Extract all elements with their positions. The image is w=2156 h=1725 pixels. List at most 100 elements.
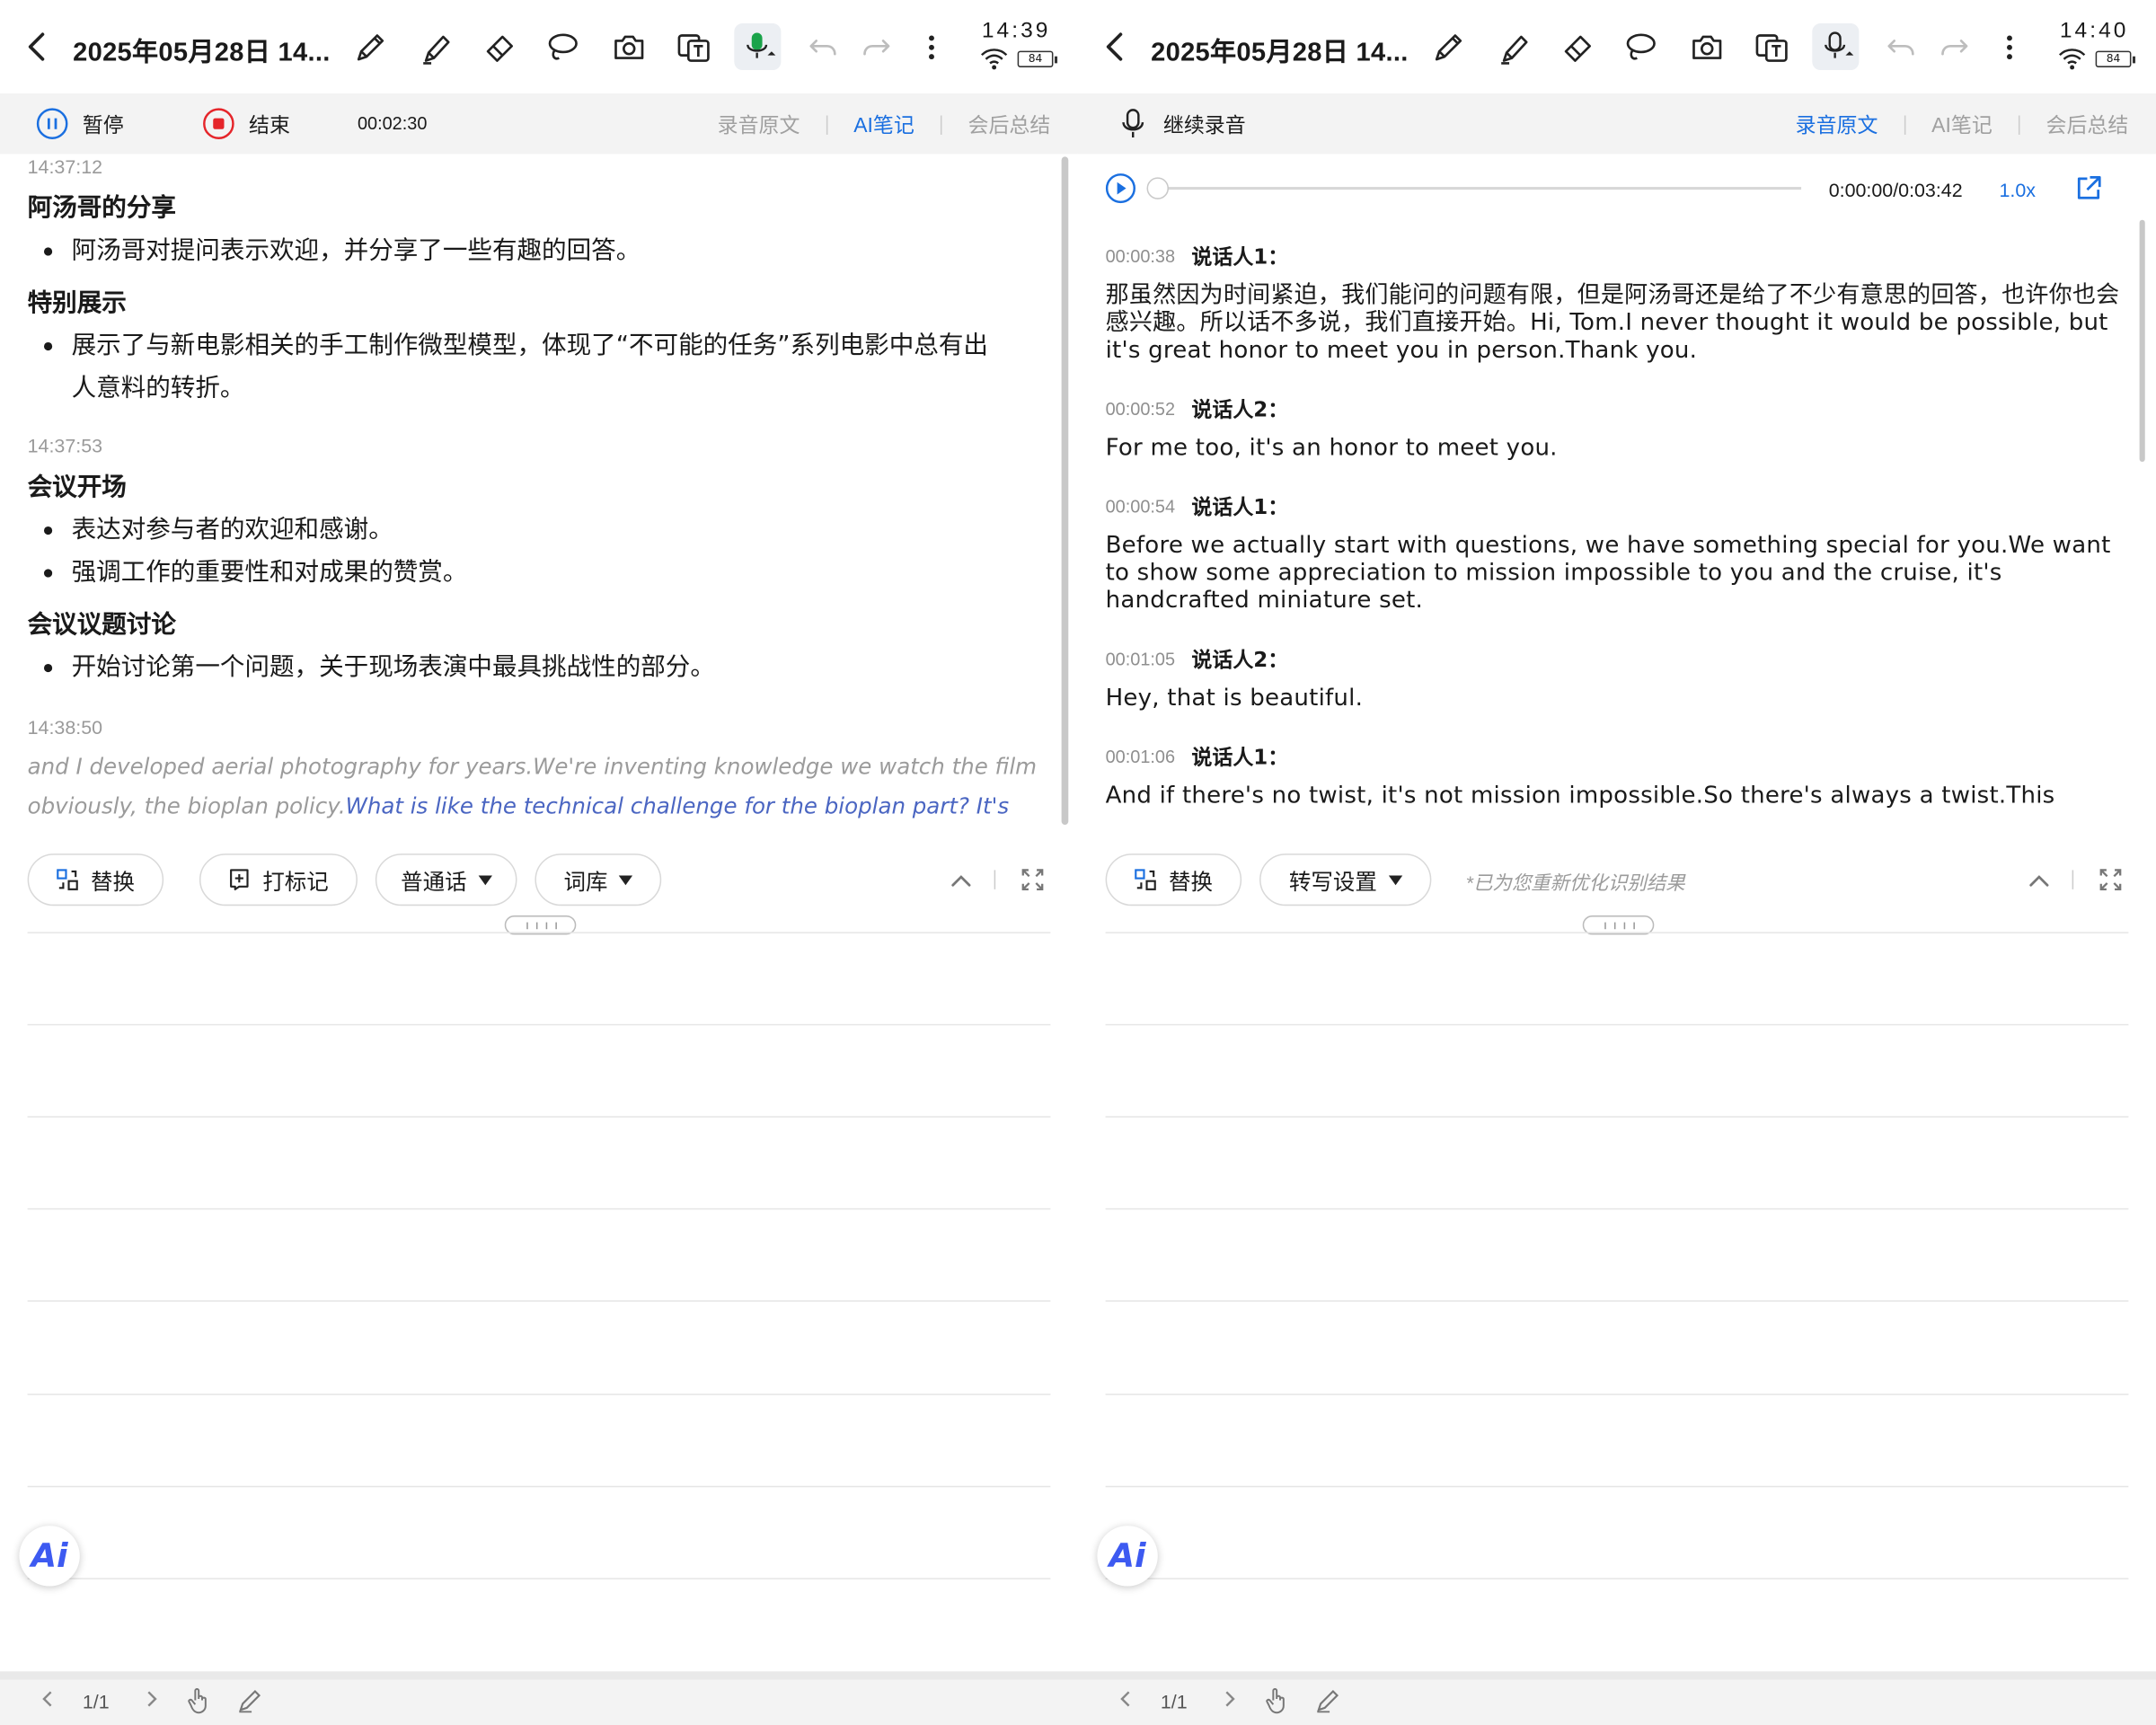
note-heading: 会议开场 xyxy=(27,473,127,502)
pen-mode-icon[interactable] xyxy=(1316,1688,1341,1713)
segment-text: For me too, it's an honor to meet you. xyxy=(1105,434,1558,463)
scrollbar[interactable] xyxy=(1061,156,1069,825)
redo-button[interactable] xyxy=(853,23,899,70)
transcript-segment[interactable]: 00:00:52 说话人2： For me too, it's an honor … xyxy=(1106,394,2129,462)
lexicon-label: 词库 xyxy=(563,871,608,895)
pause-label: 暂停 xyxy=(82,113,124,137)
hand-touch-icon[interactable] xyxy=(1265,1686,1290,1714)
redo-icon xyxy=(862,39,889,55)
optimization-hint: *已为您重新优化识别结果 xyxy=(1465,871,1685,894)
highlighter-tool-button[interactable] xyxy=(1490,23,1537,70)
transcript-segment[interactable]: 00:01:06 说话人1： And if there's no twist, i… xyxy=(1106,742,2129,809)
lasso-tool-button[interactable] xyxy=(1617,23,1664,70)
status-clock: 14:39 xyxy=(981,19,1051,43)
fullscreen-icon[interactable] xyxy=(1021,867,1046,892)
speaker-label: 说话人2： xyxy=(1191,397,1289,422)
continue-recording-button[interactable]: 继续录音 xyxy=(1117,107,1246,140)
notes-toolbar: 替换 打标记 普通话 词库 xyxy=(0,844,1078,918)
speaker-label: 说话人1： xyxy=(1191,745,1289,770)
playback-slider-knob[interactable] xyxy=(1146,177,1170,199)
replace-button[interactable]: 替换 xyxy=(27,854,164,907)
next-page-icon[interactable] xyxy=(142,1689,161,1708)
tab-ai-notes[interactable]: AI笔记 xyxy=(1931,110,1993,138)
prev-page-icon[interactable] xyxy=(39,1689,57,1708)
ai-assistant-button[interactable]: Ai xyxy=(19,1526,80,1587)
page-indicator: 1/1 xyxy=(82,1690,110,1713)
pause-button[interactable]: 暂停 xyxy=(36,107,124,140)
more-menu-button[interactable] xyxy=(1985,23,2032,70)
battery-indicator: 84 xyxy=(2095,50,2136,67)
add-mark-label: 打标记 xyxy=(262,871,329,895)
tab-ai-notes[interactable]: AI笔记 xyxy=(853,110,915,138)
text-recognition-button[interactable] xyxy=(1747,23,1794,70)
tab-summary[interactable]: 会后总结 xyxy=(968,110,1051,138)
note-title[interactable]: 2025年05月28日 14... xyxy=(73,31,331,68)
prev-page-icon[interactable] xyxy=(1117,1689,1135,1708)
transcribe-settings-label: 转写设置 xyxy=(1288,871,1377,895)
highlighter-tool-button[interactable] xyxy=(412,23,459,70)
share-icon[interactable] xyxy=(2075,174,2103,202)
more-vertical-icon xyxy=(2006,34,2012,59)
mic-button[interactable] xyxy=(1812,23,1860,71)
next-page-icon[interactable] xyxy=(1220,1689,1239,1708)
more-vertical-icon xyxy=(928,34,934,59)
add-mark-icon xyxy=(230,869,249,890)
add-mark-button[interactable]: 打标记 xyxy=(199,854,358,907)
stop-button[interactable]: 结束 xyxy=(202,107,290,140)
play-icon[interactable] xyxy=(1105,173,1136,204)
collapse-up-icon[interactable] xyxy=(2027,869,2052,894)
handwriting-area[interactable] xyxy=(1105,932,2129,1674)
language-select[interactable]: 普通话 xyxy=(375,854,517,907)
transcript-segment[interactable]: 00:01:05 说话人2： Hey, that is beautiful. xyxy=(1106,645,2129,712)
tab-divider xyxy=(2018,114,2020,135)
lexicon-select[interactable]: 词库 xyxy=(535,854,662,907)
lasso-tool-button[interactable] xyxy=(539,23,586,70)
note-bullet: 强调工作的重要性和对成果的赞赏。 xyxy=(28,551,1051,593)
live-transcript-text: and I developed aerial photography for y… xyxy=(28,747,1051,833)
playback-speed-button[interactable]: 1.0x xyxy=(1999,179,2036,200)
eraser-tool-button[interactable] xyxy=(1554,23,1601,70)
fullscreen-icon[interactable] xyxy=(2099,867,2124,892)
transcript-segment[interactable]: 00:00:38 说话人1： 那虽然因为时间紧迫，我们能问的问题有限，但是阿汤哥还… xyxy=(1106,242,2129,364)
undo-button[interactable] xyxy=(799,23,845,70)
highlighter-icon xyxy=(1500,34,1527,65)
audio-player: 0:00:00/0:03:42 1.0x xyxy=(1105,171,2129,209)
lasso-icon xyxy=(1625,32,1656,59)
undo-button[interactable] xyxy=(1877,23,1923,70)
note-title[interactable]: 2025年05月28日 14... xyxy=(1151,31,1409,68)
camera-button[interactable] xyxy=(1683,23,1729,70)
tab-transcript[interactable]: 录音原文 xyxy=(718,110,800,138)
text-recognition-button[interactable] xyxy=(669,23,716,70)
more-menu-button[interactable] xyxy=(907,23,954,70)
page-indicator: 1/1 xyxy=(1160,1690,1188,1713)
playback-track[interactable] xyxy=(1165,187,1802,190)
hand-touch-icon[interactable] xyxy=(187,1686,212,1714)
speaker-label: 说话人2： xyxy=(1191,647,1289,673)
transcribe-settings-select[interactable]: 转写设置 xyxy=(1259,854,1432,907)
redo-button[interactable] xyxy=(1931,23,1977,70)
battery-indicator: 84 xyxy=(1017,50,1058,67)
back-button[interactable] xyxy=(1097,28,1133,66)
tab-transcript[interactable]: 录音原文 xyxy=(1796,110,1878,138)
pen-tool-button[interactable] xyxy=(347,23,393,70)
eraser-tool-button[interactable] xyxy=(476,23,523,70)
recording-mic-button[interactable] xyxy=(734,23,782,71)
back-button[interactable] xyxy=(19,28,55,66)
segment-time: 00:00:52 xyxy=(1105,398,1176,420)
tab-summary[interactable]: 会后总结 xyxy=(2046,110,2129,138)
wifi-icon xyxy=(2058,49,2086,70)
ai-assistant-button[interactable]: Ai xyxy=(1097,1526,1158,1587)
pen-mode-icon[interactable] xyxy=(238,1688,263,1713)
scrollbar[interactable] xyxy=(2139,219,2145,463)
handwriting-area[interactable] xyxy=(27,932,1051,1674)
timestamp: 14:38:50 xyxy=(27,716,103,739)
language-label: 普通话 xyxy=(401,871,467,895)
top-toolbar: 2025年05月28日 14... 14:40 84 xyxy=(1078,0,2156,93)
camera-button[interactable] xyxy=(605,23,651,70)
replace-button[interactable]: 替换 xyxy=(1105,854,1242,907)
ai-notes-content[interactable]: 14:37:12 阿汤哥的分享 阿汤哥对提问表示欢迎，并分享了一些有趣的回答。 … xyxy=(28,154,1051,833)
transcript-segment[interactable]: 00:00:54 说话人1： Before we actually start w… xyxy=(1106,492,2129,615)
transcript-list[interactable]: 00:00:38 说话人1： 那虽然因为时间紧迫，我们能问的问题有限，但是阿汤哥还… xyxy=(1106,242,2129,836)
collapse-up-icon[interactable] xyxy=(949,869,974,894)
pen-tool-button[interactable] xyxy=(1425,23,1471,70)
